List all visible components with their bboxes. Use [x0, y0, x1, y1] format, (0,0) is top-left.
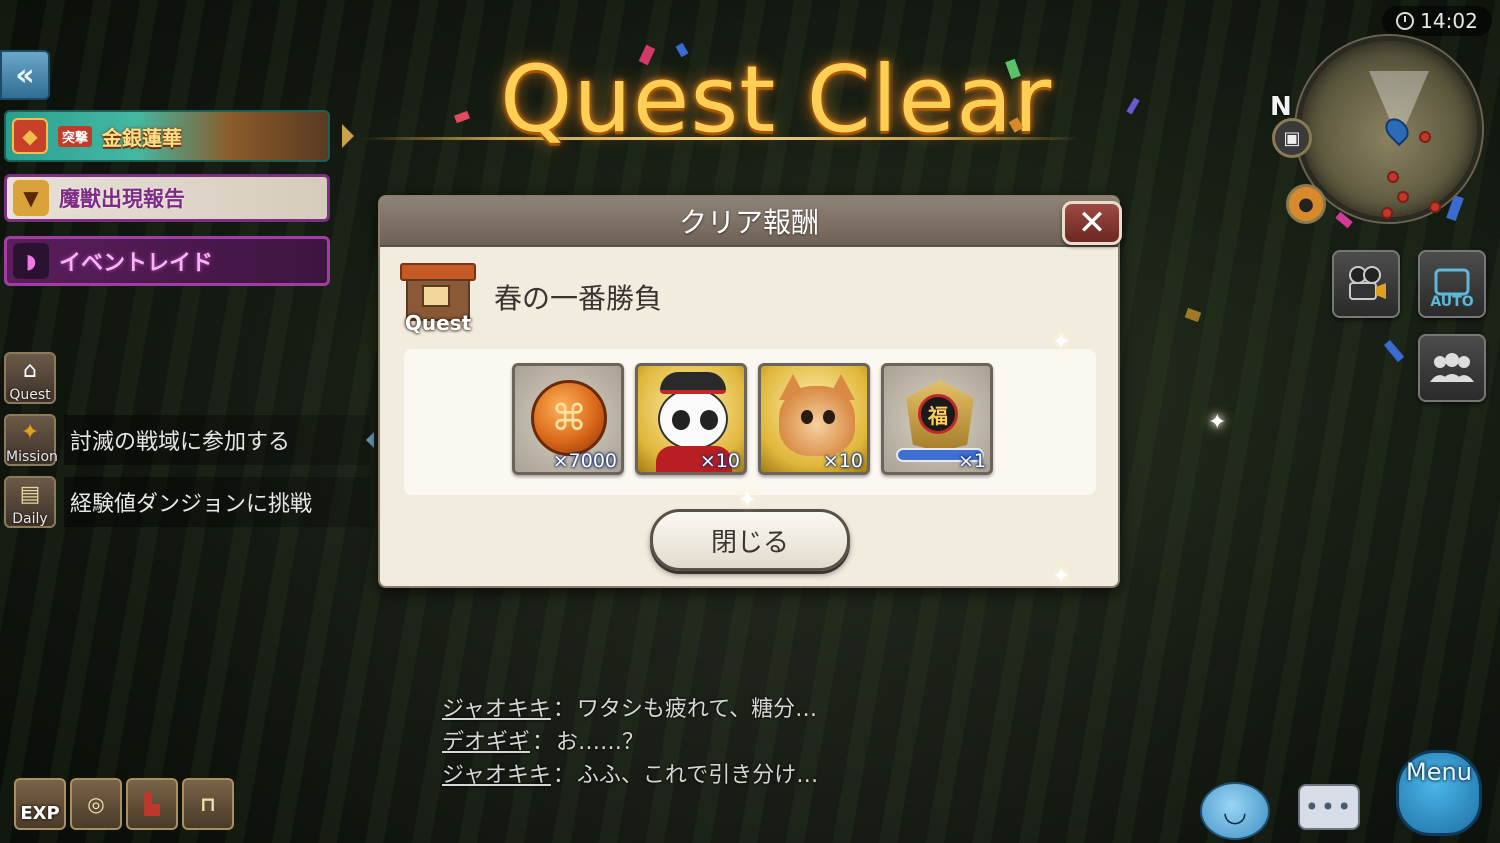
- quest-icon-label: Quest: [9, 387, 51, 403]
- menu-label: Menu: [1406, 758, 1472, 786]
- panda-portrait-icon: [658, 388, 728, 450]
- close-dialog-button[interactable]: 閉じる: [650, 509, 850, 571]
- cage-icon: ⊓: [200, 792, 216, 816]
- minimap-enemy-dot: [1419, 131, 1431, 143]
- clock-icon: [1396, 12, 1415, 30]
- quest-house-icon: ⌂ Quest: [4, 352, 56, 404]
- mission-icon-label: Mission: [6, 449, 58, 465]
- chat-message: ふふ、これで引き分け…: [576, 762, 819, 788]
- group-icon: [1430, 353, 1474, 382]
- daily-list-item[interactable]: ▤ Daily 経験値ダンジョンに挑戦: [0, 474, 370, 530]
- party-button[interactable]: [1418, 334, 1486, 402]
- back-button[interactable]: «: [0, 50, 50, 100]
- chat-line: ジャオキキ ： ふふ、これで引き分け…: [442, 756, 942, 789]
- cage-button[interactable]: ⊓: [182, 778, 234, 830]
- chat-speaker[interactable]: ジャオキキ: [442, 691, 551, 723]
- menu-button[interactable]: Menu: [1386, 740, 1492, 840]
- collapse-arrow-icon[interactable]: [366, 432, 374, 448]
- chat-speaker[interactable]: ジャオキキ: [442, 757, 551, 789]
- quest-clear-title: Quest Clear: [500, 46, 1053, 153]
- quest-badge-icon: Quest: [400, 263, 476, 335]
- daily-icon-label: Daily: [12, 511, 48, 527]
- smiley-face-icon: ◡: [1222, 794, 1248, 828]
- chat-button[interactable]: •••: [1298, 784, 1360, 830]
- chat-message: ワタシも疲れて、糖分…: [576, 696, 818, 722]
- quest-list-item[interactable]: ⌂ Quest: [0, 350, 370, 406]
- clock: 14:02: [1382, 6, 1492, 36]
- reward-panel: ⌘ ×7000 ×10 ×10 福 ×1: [404, 349, 1096, 495]
- minimap-zoom-button[interactable]: ▣: [1272, 118, 1312, 158]
- minimap-enemy-dot: [1381, 207, 1393, 219]
- exp-boost-button[interactable]: EXP: [14, 778, 66, 830]
- reward-count: ×1: [957, 450, 986, 472]
- fox-mask-icon: ▼: [13, 180, 49, 216]
- auto-label: AUTO: [1430, 294, 1474, 310]
- reward-item-cat[interactable]: ×10: [758, 363, 870, 475]
- daily-text: 経験値ダンジョンに挑戦: [64, 477, 370, 527]
- chat-speaker[interactable]: デオギギ: [442, 724, 530, 756]
- movie-camera-icon: [1349, 266, 1386, 300]
- chat-log: ジャオキキ ： ワタシも疲れて、糖分… デオギギ ： お……？ ジャオキキ ： …: [442, 690, 942, 789]
- mission-text: 討滅の戦域に参加する: [64, 415, 370, 465]
- speed-boost-button[interactable]: ▙: [126, 778, 178, 830]
- mission-list-item[interactable]: ✦ Mission 討滅の戦域に参加する: [0, 412, 370, 468]
- close-icon: ✕: [1077, 203, 1107, 243]
- sparkle-icon: ✦: [1052, 330, 1071, 355]
- reward-item-panda[interactable]: ×10: [635, 363, 747, 475]
- boot-icon: ▙: [144, 792, 160, 816]
- cat-portrait-icon: [779, 386, 855, 456]
- monster-report-banner[interactable]: ▼ 魔獣出現報告: [4, 174, 330, 222]
- sparkle-icon: ✦: [738, 488, 757, 513]
- clear-reward-dialog: クリア報酬 ✕ Quest 春の一番勝負 ⌘ ×7000 ×10 ×10 福 ×…: [378, 195, 1122, 588]
- chat-bubble-icon: •••: [1304, 793, 1354, 821]
- mission-icon: ✦ Mission: [4, 414, 58, 466]
- banner-arrow-icon: [342, 124, 354, 148]
- minimap-enemy-dot: [1387, 171, 1399, 183]
- event-banner-sub: 突撃: [58, 125, 93, 147]
- chat-line: デオギギ ： お……？: [442, 723, 942, 756]
- event-banner-gold-lotus[interactable]: ◆ 突撃 金銀蓮華: [4, 110, 330, 162]
- emote-button[interactable]: ◡: [1200, 782, 1270, 840]
- dialog-header: クリア報酬: [380, 197, 1118, 247]
- raid-mask-icon: ◗: [13, 243, 49, 279]
- minimap-enemy-dot: [1429, 201, 1441, 213]
- event-banner-text: 金銀蓮華: [102, 125, 183, 150]
- sparkle-icon: ✦: [1052, 564, 1071, 589]
- clock-time: 14:02: [1420, 9, 1478, 33]
- reward-count: ×10: [822, 450, 863, 472]
- event-raid-banner[interactable]: ◗ イベントレイド: [4, 236, 330, 286]
- reward-item-coin[interactable]: ⌘ ×7000: [512, 363, 624, 475]
- monster-report-label: 魔獣出現報告: [59, 187, 185, 211]
- reward-count: ×7000: [552, 450, 617, 472]
- coin-icon: ⌘: [531, 380, 607, 456]
- double-chevron-left-icon: «: [15, 57, 35, 93]
- coin-icon: ◎: [87, 792, 105, 816]
- quest-badge-label: Quest: [404, 311, 472, 335]
- chat-message: お……？: [556, 729, 645, 755]
- camera-button[interactable]: [1332, 250, 1400, 318]
- sparkle-icon: ✦: [1208, 410, 1227, 435]
- daily-book-icon: ▤ Daily: [4, 476, 56, 528]
- dialog-close-button[interactable]: ✕: [1062, 201, 1122, 245]
- reward-count: ×10: [699, 450, 740, 472]
- chat-line: ジャオキキ ： ワタシも疲れて、糖分…: [442, 690, 942, 723]
- reward-item-emblem[interactable]: 福 ×1: [881, 363, 993, 475]
- event-emblem-icon: ◆: [12, 118, 48, 154]
- event-raid-label: イベントレイド: [59, 251, 214, 276]
- gold-boost-button[interactable]: ◎: [70, 778, 122, 830]
- quest-name: 春の一番勝負: [494, 282, 663, 315]
- minimap-face-button[interactable]: ●: [1286, 184, 1326, 224]
- minimap-enemy-dot: [1397, 191, 1409, 203]
- exp-label: EXP: [20, 802, 60, 824]
- auto-battle-button[interactable]: AUTO: [1418, 250, 1486, 318]
